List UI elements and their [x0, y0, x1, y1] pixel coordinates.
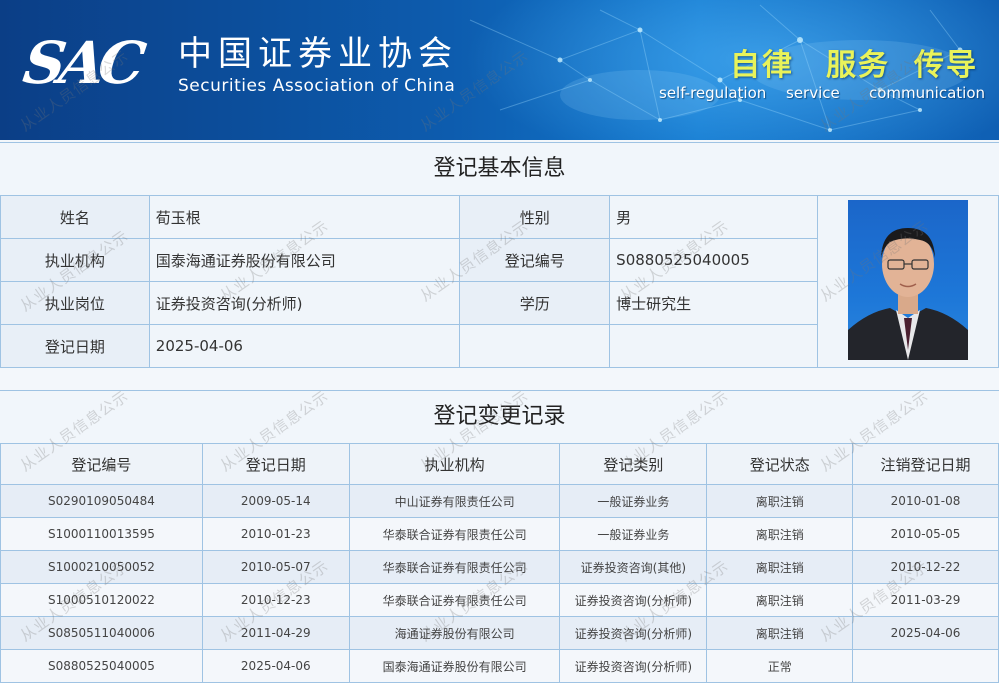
- column-header: 执业机构: [348, 443, 561, 485]
- basic-info-title: 登记基本信息: [0, 142, 999, 196]
- slogan-service-cn: 服务: [826, 48, 890, 83]
- photo-cell: [817, 195, 999, 368]
- empty-cell: [459, 324, 611, 368]
- table-cell: 2010-01-08: [852, 484, 999, 518]
- sac-logo: SAC: [19, 29, 144, 97]
- name-label: 姓名: [0, 195, 150, 239]
- column-header: 登记日期: [201, 443, 350, 485]
- gender-value: 男: [609, 195, 819, 239]
- table-row: S0290109050484 2009-05-14 中山证券有限责任公司 一般证…: [0, 484, 999, 518]
- table-cell: 离职注销: [706, 616, 854, 650]
- name-value: 荀玉根: [148, 195, 461, 239]
- org-name-english: Securities Association of China: [178, 76, 456, 96]
- reg-date-value: 2025-04-06: [148, 324, 461, 368]
- reg-no-label: 登记编号: [459, 238, 611, 282]
- column-header: 登记类别: [559, 443, 708, 485]
- table-cell: 华泰联合证券有限责任公司: [348, 583, 561, 617]
- table-cell: 2010-12-22: [852, 550, 999, 584]
- table-cell: 中山证券有限责任公司: [348, 484, 561, 518]
- table-cell: 2025-04-06: [852, 616, 999, 650]
- institution-value: 国泰海通证券股份有限公司: [148, 238, 461, 282]
- slogan-communication-cn: 传导: [914, 48, 978, 83]
- slogan-self-regulation-en: self-regulation: [659, 84, 767, 102]
- column-header: 登记编号: [0, 443, 203, 485]
- table-row: S1000110013595 2010-01-23 华泰联合证券有限责任公司 一…: [0, 517, 999, 551]
- table-cell: S1000510120022: [0, 583, 203, 617]
- table-cell: 2010-01-23: [201, 517, 350, 551]
- table-cell: 证券投资咨询(分析师): [559, 583, 708, 617]
- table-cell: 证券投资咨询(分析师): [559, 616, 708, 650]
- table-row: S1000210050052 2010-05-07 华泰联合证券有限责任公司 证…: [0, 550, 999, 584]
- table-cell: 2011-03-29: [852, 583, 999, 617]
- site-header-banner: SAC 中国证券业协会 Securities Association of Ch…: [0, 0, 999, 140]
- gender-label: 性别: [459, 195, 611, 239]
- table-cell: 离职注销: [706, 484, 854, 518]
- column-header: 注销登记日期: [852, 443, 999, 485]
- table-cell: 2011-04-29: [201, 616, 350, 650]
- table-cell: 华泰联合证券有限责任公司: [348, 517, 561, 551]
- table-cell: 离职注销: [706, 583, 854, 617]
- reg-no-value: S0880525040005: [609, 238, 819, 282]
- table-cell: 2010-12-23: [201, 583, 350, 617]
- person-photo: [848, 199, 969, 360]
- table-cell: 2010-05-07: [201, 550, 350, 584]
- page-root: SAC 中国证券业协会 Securities Association of Ch…: [0, 0, 999, 683]
- institution-label: 执业机构: [0, 238, 150, 282]
- column-header: 登记状态: [706, 443, 854, 485]
- history-title: 登记变更记录: [0, 390, 999, 444]
- slogan-service-en: service: [786, 84, 840, 102]
- section-spacer: [0, 367, 999, 390]
- table-cell: S1000210050052: [0, 550, 203, 584]
- education-label: 学历: [459, 281, 611, 325]
- empty-cell: [609, 324, 819, 368]
- table-cell: 一般证券业务: [559, 517, 708, 551]
- table-row: S1000510120022 2010-12-23 华泰联合证券有限责任公司 证…: [0, 583, 999, 617]
- table-cell: 华泰联合证券有限责任公司: [348, 550, 561, 584]
- table-cell: S1000110013595: [0, 517, 203, 551]
- table-cell: 证券投资咨询(其他): [559, 550, 708, 584]
- reg-date-label: 登记日期: [0, 324, 150, 368]
- table-cell: 2009-05-14: [201, 484, 350, 518]
- table-cell: 2010-05-05: [852, 517, 999, 551]
- slogan-communication-en: communication: [869, 84, 986, 102]
- history-table: 登记编号 登记日期 执业机构 登记类别 登记状态 注销登记日期 S0290109…: [0, 443, 999, 683]
- table-cell: 一般证券业务: [559, 484, 708, 518]
- slogan-self-regulation-cn: 自律: [730, 48, 794, 83]
- table-cell: 离职注销: [706, 550, 854, 584]
- table-cell: 海通证券股份有限公司: [348, 616, 561, 650]
- org-name-chinese: 中国证券业协会: [178, 34, 458, 74]
- basic-info-table: 姓名 荀玉根 性别 男 执业机构 国泰海通证券股份有限公司 登记编号 S0880…: [0, 195, 999, 368]
- table-row: S0850511040006 2011-04-29 海通证券股份有限公司 证券投…: [0, 616, 999, 650]
- table-cell: 离职注销: [706, 517, 854, 551]
- table-cell: S0850511040006: [0, 616, 203, 650]
- position-label: 执业岗位: [0, 281, 150, 325]
- table-cell: S0290109050484: [0, 484, 203, 518]
- education-value: 博士研究生: [609, 281, 819, 325]
- position-value: 证券投资咨询(分析师): [148, 281, 461, 325]
